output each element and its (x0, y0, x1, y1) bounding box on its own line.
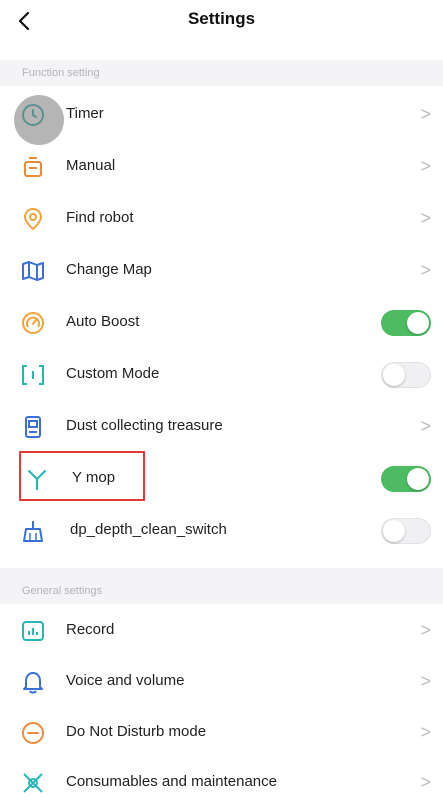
settings-row-consumables[interactable]: Consumables and maintenance > (0, 757, 443, 809)
brush-icon (23, 773, 43, 793)
auto-boost-toggle[interactable] (381, 310, 431, 336)
settings-row-custom-mode: Custom Mode (0, 349, 443, 401)
settings-row-label: Do Not Disturb mode (66, 723, 207, 740)
chevron-right-icon: > (420, 104, 431, 124)
toggle-knob (383, 364, 405, 386)
settings-row-change-map[interactable]: Change Map > (0, 245, 443, 297)
do-not-disturb-icon (22, 722, 44, 744)
settings-row-label: Change Map (66, 261, 152, 278)
chevron-right-icon: > (420, 156, 431, 176)
chevron-right-icon: > (420, 722, 431, 742)
chevron-right-icon: > (420, 772, 431, 792)
location-pin-icon (23, 207, 43, 231)
chevron-right-icon: > (420, 208, 431, 228)
map-icon (22, 261, 44, 281)
settings-row-label: dp_depth_clean_switch (70, 521, 227, 538)
settings-row-find-robot[interactable]: Find robot > (0, 193, 443, 245)
manual-control-icon (24, 157, 42, 177)
dust-station-icon (25, 416, 41, 438)
speedometer-icon (22, 312, 44, 334)
settings-row-label: Consumables and maintenance (66, 773, 277, 790)
chevron-right-icon: > (420, 416, 431, 436)
chevron-right-icon: > (420, 620, 431, 640)
record-chart-icon (22, 621, 44, 641)
settings-row-manual[interactable]: Manual > (0, 141, 443, 193)
settings-row-voice[interactable]: Voice and volume > (0, 656, 443, 708)
highlight-box (19, 451, 145, 501)
settings-row-label: Manual (66, 157, 116, 174)
depth-clean-toggle[interactable] (381, 518, 431, 544)
y-mop-toggle[interactable] (381, 466, 431, 492)
section-header-general: General settings (0, 568, 443, 604)
settings-row-label: Dust collecting treasure (66, 417, 223, 434)
custom-mode-toggle[interactable] (381, 362, 431, 388)
settings-row-label: Find robot (66, 209, 134, 226)
toggle-knob (407, 468, 429, 490)
chevron-right-icon: > (420, 260, 431, 280)
chevron-right-icon: > (420, 671, 431, 691)
bell-icon (23, 672, 43, 694)
settings-row-label: Record (66, 621, 115, 638)
settings-row-auto-boost: Auto Boost (0, 297, 443, 349)
settings-row-record[interactable]: Record > (0, 605, 443, 657)
settings-row-label: Voice and volume (66, 672, 185, 689)
settings-row-label: Timer (66, 105, 104, 122)
toggle-knob (383, 520, 405, 542)
touch-indicator (14, 95, 64, 145)
settings-row-label: Custom Mode (66, 365, 160, 382)
custom-mode-icon (22, 365, 44, 385)
header-bar: Settings (0, 0, 443, 44)
settings-row-dnd[interactable]: Do Not Disturb mode > (0, 707, 443, 759)
settings-row-depth-clean: dp_depth_clean_switch (0, 505, 443, 557)
section-header-function: Function setting (0, 60, 443, 86)
page-title: Settings (187, 9, 256, 28)
broom-icon (23, 521, 43, 542)
settings-row-dust-collecting[interactable]: Dust collecting treasure > (0, 401, 443, 453)
settings-row-label: Auto Boost (66, 313, 140, 330)
settings-row-timer[interactable]: Timer > (0, 89, 443, 141)
toggle-knob (407, 312, 429, 334)
